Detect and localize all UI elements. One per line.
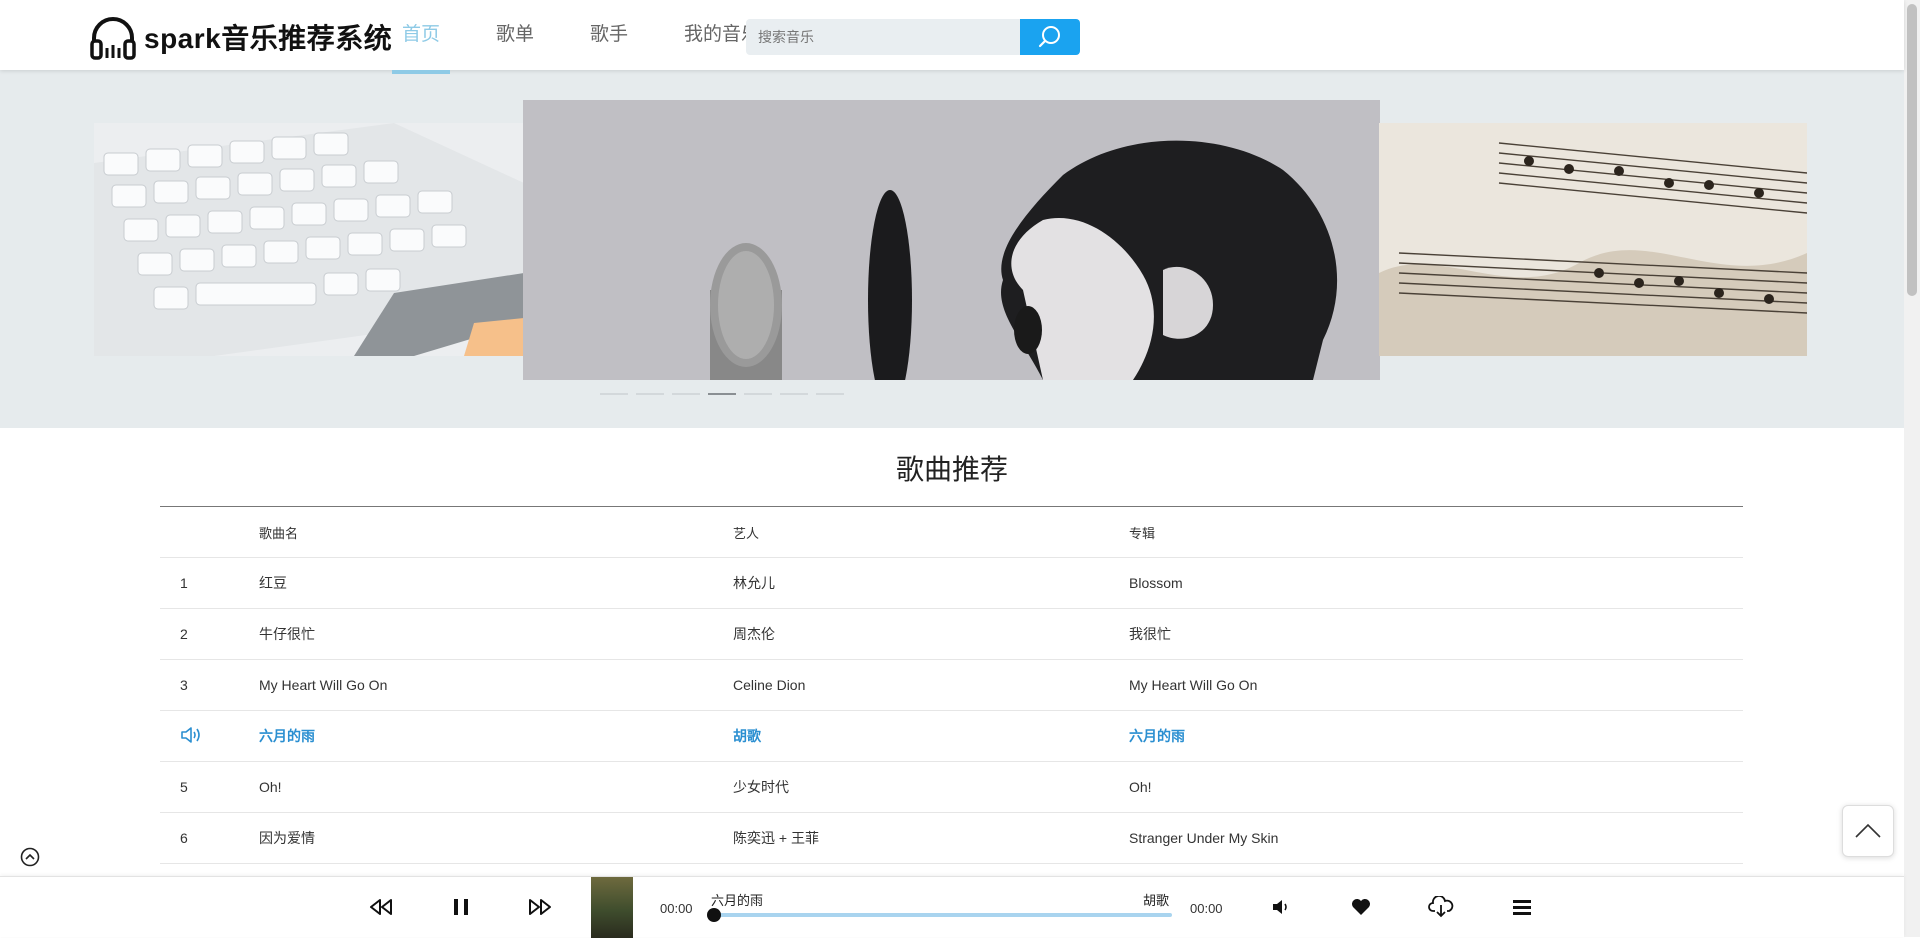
cloud-download-icon [1428,896,1454,918]
row-artist[interactable]: Celine Dion [733,677,1129,693]
volume-button[interactable] [1265,891,1297,923]
row-index: 2 [180,626,188,642]
speaker-icon [181,726,200,743]
pause-icon [454,899,468,915]
row-artist[interactable]: 少女时代 [733,777,1129,797]
row-index: 6 [180,830,188,846]
carousel-dot[interactable] [600,393,628,395]
row-album[interactable]: Blossom [1129,575,1743,591]
progress-bar[interactable] [707,908,1172,922]
nav-artists[interactable]: 歌手 [580,0,638,74]
carousel-dot[interactable] [744,393,772,395]
carousel-dot[interactable] [816,393,844,395]
table-header-row: 歌曲名 艺人 专辑 [160,507,1743,558]
row-album[interactable]: 我很忙 [1129,624,1743,644]
row-index: 5 [180,779,188,795]
heart-icon [1352,899,1370,915]
banner-carousel [0,70,1904,428]
row-song-name[interactable]: 红豆 [259,573,733,593]
table-row[interactable]: 3 My Heart Will Go On Celine Dion My Hea… [160,660,1743,711]
row-album[interactable]: My Heart Will Go On [1129,677,1743,693]
carousel-slide-sheet-music[interactable] [1379,123,1807,356]
search-input[interactable] [746,19,1020,55]
header-song-name: 歌曲名 [259,525,299,541]
row-artist[interactable]: 胡歌 [733,726,1129,746]
total-time: 00:00 [1190,901,1223,916]
logo-text: spark音乐推荐系统 [144,23,393,54]
search-icon [1038,26,1060,48]
row-song-name[interactable]: My Heart Will Go On [259,677,733,693]
row-album[interactable]: Stranger Under My Skin [1129,830,1743,846]
sheet-music-image [1379,123,1807,356]
section-title: 歌曲推荐 [895,454,1008,485]
keyboard-image [94,123,524,356]
search-button[interactable] [1020,19,1080,55]
logo[interactable]: spark音乐推荐系统 [88,14,392,60]
table-row-playing[interactable]: 六月的雨 胡歌 六月的雨 [160,711,1743,762]
carousel-dot[interactable] [780,393,808,395]
nav-home[interactable]: 首页 [392,0,451,74]
row-album[interactable]: 六月的雨 [1129,726,1743,746]
fast-forward-icon [529,899,551,915]
player-bar: 00:00 六月的雨 胡歌 00:00 [0,876,1904,938]
row-index: 3 [180,677,188,693]
rewind-icon [370,899,392,915]
top-header: spark音乐推荐系统 首页 歌单 歌手 我的音乐 [0,0,1904,74]
row-song-name[interactable]: Oh! [259,779,733,795]
scrollbar-thumb[interactable] [1907,4,1917,296]
row-index [160,725,259,748]
carousel-dot[interactable] [636,393,664,395]
chevron-up-circle-icon [20,847,40,867]
now-playing-artist: 胡歌 [1143,893,1170,908]
nav-playlists[interactable]: 歌单 [486,0,544,74]
header-album: 专辑 [1129,525,1156,541]
playlist-button[interactable] [1506,891,1538,923]
row-song-name[interactable]: 牛仔很忙 [259,624,733,644]
table-row[interactable]: 6 因为爱情 陈奕迅 + 王菲 Stranger Under My Skin [160,813,1743,864]
row-artist[interactable]: 周杰伦 [733,624,1129,644]
singer-image [523,100,1380,380]
now-playing-title: 六月的雨 [711,893,764,908]
row-index: 1 [180,575,188,591]
download-button[interactable] [1425,891,1457,923]
page-scrollbar[interactable] [1904,0,1920,937]
previous-button[interactable] [365,891,397,923]
table-row[interactable]: 1 红豆 林允儿 Blossom [160,558,1743,609]
row-song-name[interactable]: 因为爱情 [259,828,733,848]
menu-icon [1513,900,1531,915]
like-button[interactable] [1345,891,1377,923]
song-table: 歌曲名 艺人 专辑 1 红豆 林允儿 Blossom 2 牛仔很忙 周杰伦 我很… [160,506,1743,864]
collapse-player-button[interactable] [20,847,40,867]
carousel-slide-singer[interactable] [523,100,1380,380]
table-row[interactable]: 2 牛仔很忙 周杰伦 我很忙 [160,609,1743,660]
search-box [746,19,1080,55]
current-time: 00:00 [660,901,693,916]
album-cover[interactable] [591,877,633,938]
volume-icon [1273,900,1287,914]
carousel-dot[interactable] [672,393,700,395]
row-song-name[interactable]: 六月的雨 [259,726,733,746]
main-nav: 首页 歌单 歌手 我的音乐 [392,0,806,74]
next-button[interactable] [524,891,556,923]
row-album[interactable]: Oh! [1129,779,1743,795]
pause-button[interactable] [445,891,477,923]
carousel-indicators [600,393,852,395]
table-row[interactable]: 5 Oh! 少女时代 Oh! [160,762,1743,813]
carousel-dot-active[interactable] [708,393,736,395]
back-to-top-button[interactable] [1842,805,1894,857]
carousel-slide-keyboard[interactable] [94,123,524,356]
headphones-icon [90,17,136,60]
progress-knob[interactable] [707,908,721,922]
chevron-up-icon [1855,823,1881,838]
header-artist: 艺人 [733,525,760,541]
row-artist[interactable]: 陈奕迅 + 王菲 [733,828,1129,848]
row-artist[interactable]: 林允儿 [733,573,1129,593]
